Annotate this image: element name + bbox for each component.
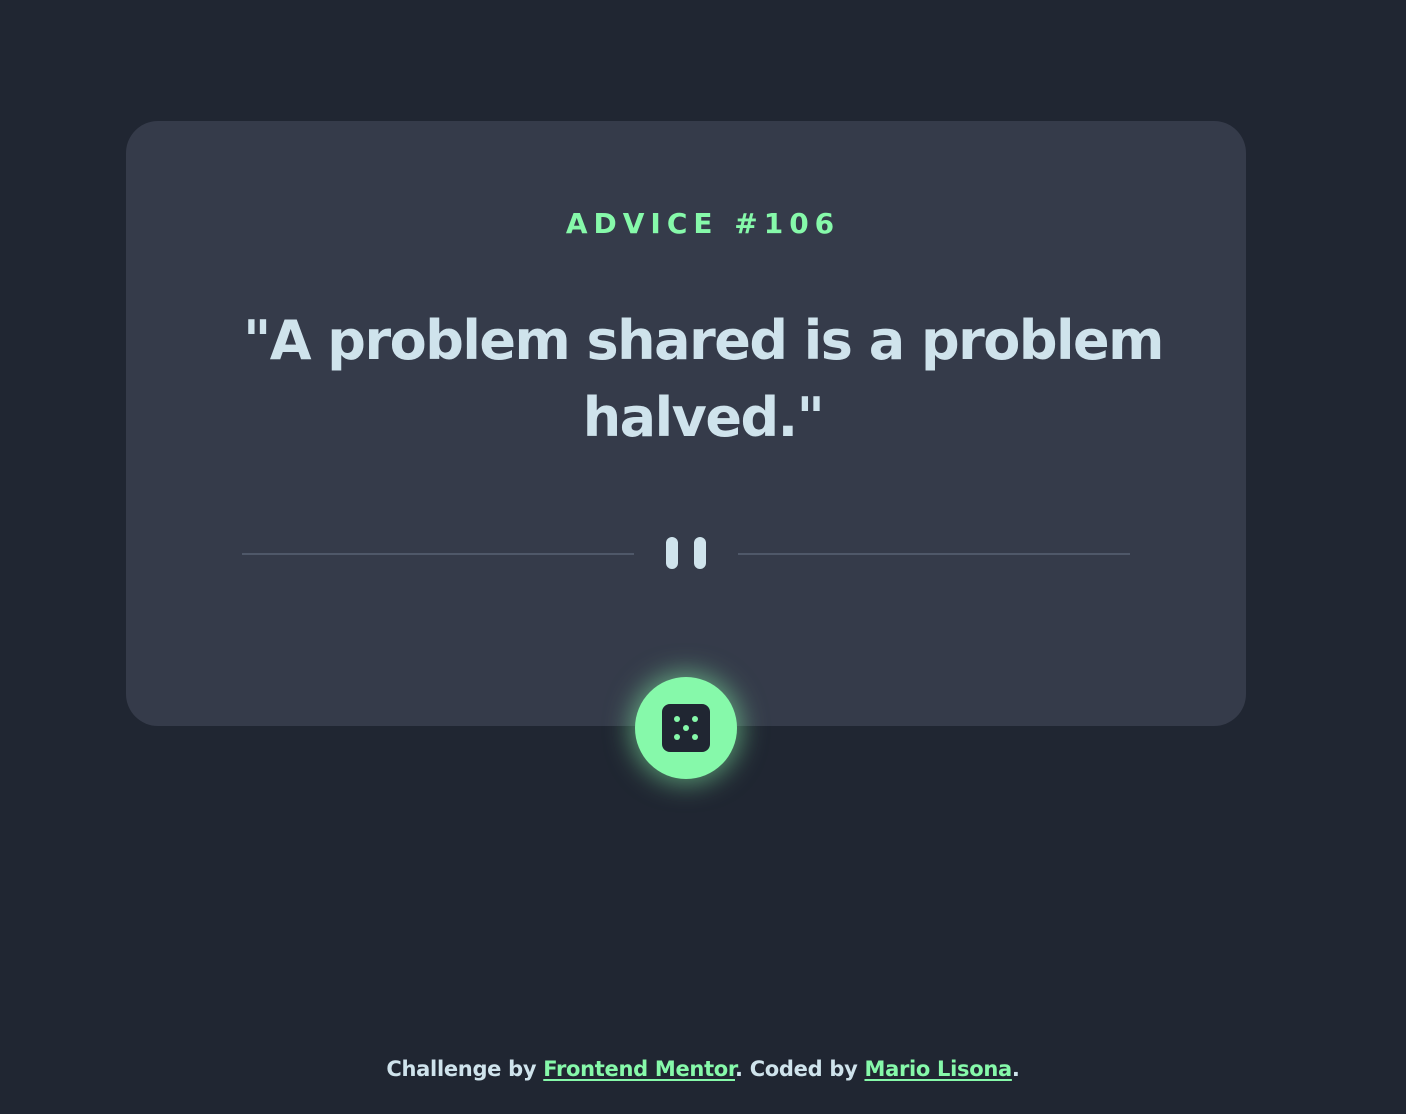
attribution-middle: . Coded by <box>735 1057 865 1081</box>
author-link[interactable]: Mario Lisona <box>864 1057 1012 1081</box>
frontend-mentor-link[interactable]: Frontend Mentor <box>543 1057 735 1081</box>
attribution-prefix: Challenge by <box>386 1057 544 1081</box>
pattern-divider <box>242 537 1130 569</box>
attribution-suffix: . <box>1011 1057 1020 1081</box>
pause-icon <box>666 537 706 569</box>
advice-quote: "A problem shared is a problem halved." <box>243 309 1164 449</box>
dice-icon <box>662 704 710 752</box>
divider-line-left <box>242 553 634 555</box>
attribution: Challenge by Frontend Mentor. Coded by M… <box>0 1054 1406 1084</box>
advice-number: ADVICE #106 <box>565 207 841 240</box>
divider-line-right <box>738 553 1130 555</box>
new-advice-button[interactable] <box>635 677 737 779</box>
